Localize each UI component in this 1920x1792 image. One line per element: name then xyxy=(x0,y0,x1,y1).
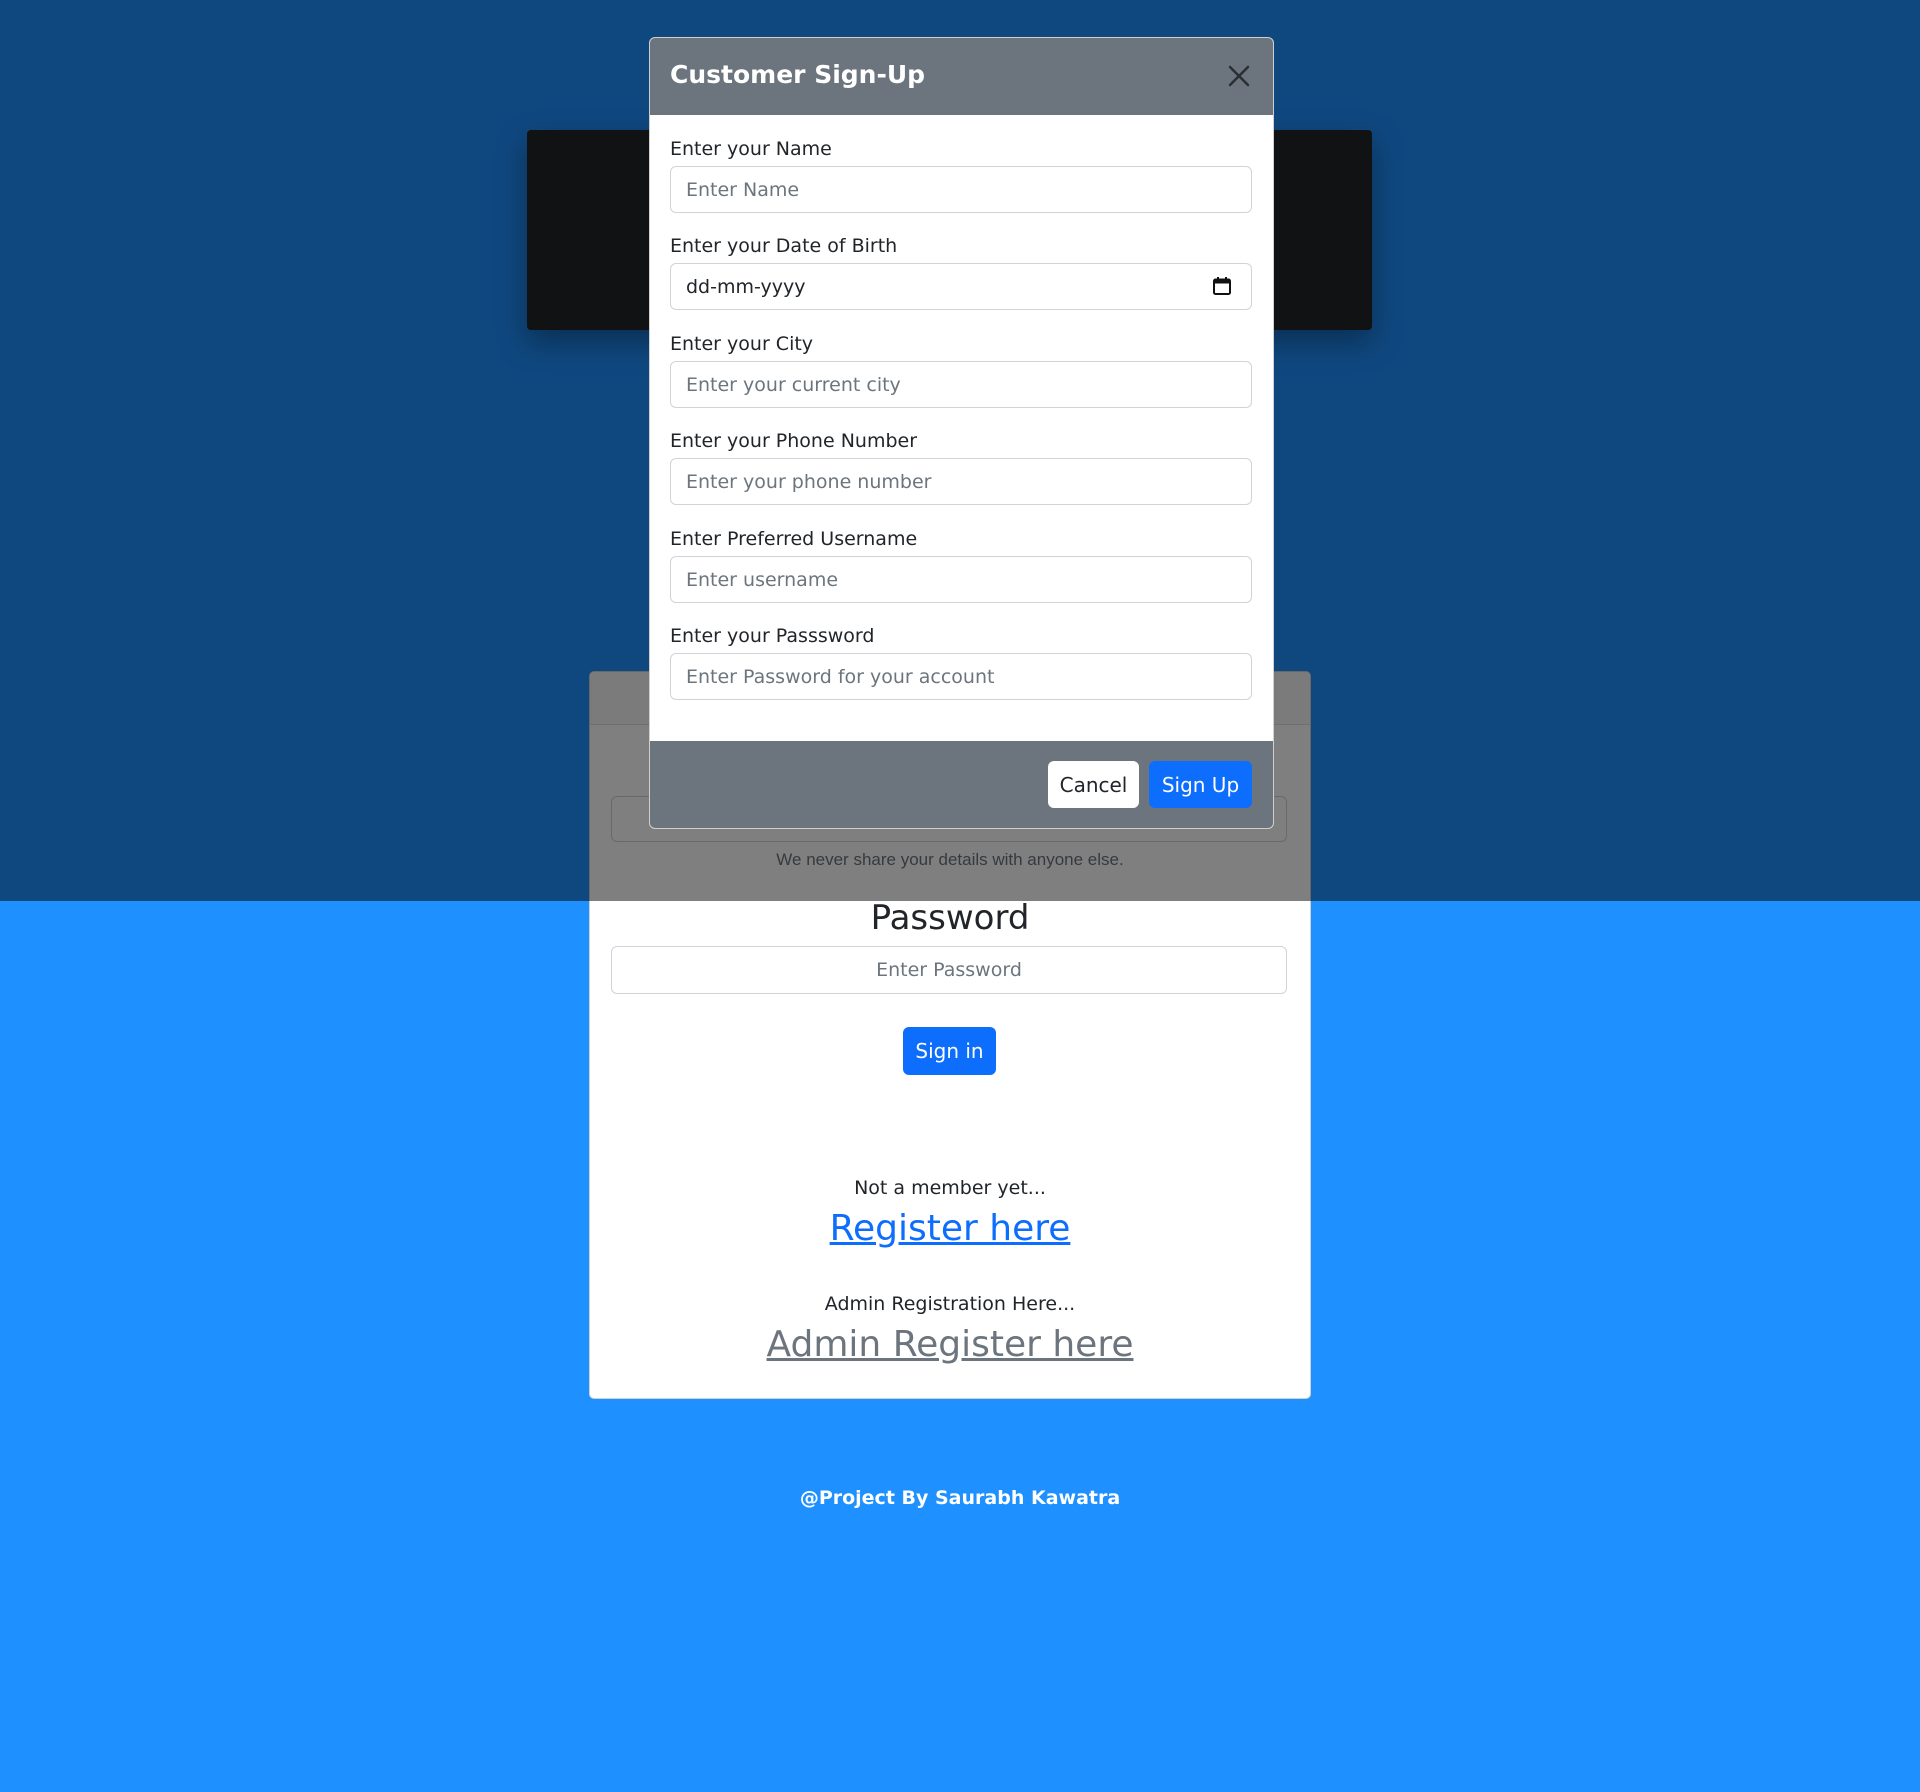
city-field-group: Enter your City xyxy=(670,333,1252,408)
dob-input[interactable] xyxy=(670,263,1252,310)
modal-header: Customer Sign-Up xyxy=(650,38,1273,115)
username-input[interactable] xyxy=(670,556,1252,603)
signup-modal: Customer Sign-Up Enter your Name Enter y… xyxy=(649,37,1274,829)
modal-footer: Cancel Sign Up xyxy=(650,741,1273,828)
sign-in-button[interactable]: Sign in xyxy=(903,1027,996,1075)
cancel-button[interactable]: Cancel xyxy=(1048,761,1139,808)
password-input[interactable] xyxy=(611,946,1287,994)
username-field-group: Enter Preferred Username xyxy=(670,528,1252,603)
name-field-group: Enter your Name xyxy=(670,138,1252,213)
name-label: Enter your Name xyxy=(670,138,832,160)
account-password-label: Enter your Passsword xyxy=(670,625,875,647)
close-button[interactable] xyxy=(1219,56,1259,96)
dob-field-group: Enter your Date of Birth xyxy=(670,235,1252,310)
page: We never share your details with anyone … xyxy=(0,0,1920,1792)
dob-label: Enter your Date of Birth xyxy=(670,235,898,257)
footer-credit: @Project By Saurabh Kawatra xyxy=(799,1487,1121,1509)
phone-field-group: Enter your Phone Number xyxy=(670,430,1252,505)
city-input[interactable] xyxy=(670,361,1252,408)
calendar-icon[interactable] xyxy=(1212,276,1232,296)
admin-registration-text: Admin Registration Here... xyxy=(824,1293,1076,1315)
account-password-input[interactable] xyxy=(670,653,1252,700)
phone-input[interactable] xyxy=(670,458,1252,505)
dob-input-wrapper xyxy=(670,263,1252,310)
admin-register-link[interactable]: Admin Register here xyxy=(590,1324,1310,1365)
register-link[interactable]: Register here xyxy=(590,1208,1310,1249)
phone-label: Enter your Phone Number xyxy=(670,430,918,452)
password-field-group: Enter your Passsword xyxy=(670,625,1252,700)
password-label: Password xyxy=(870,898,1030,938)
city-label: Enter your City xyxy=(670,333,814,355)
username-label: Enter Preferred Username xyxy=(670,528,918,550)
name-input[interactable] xyxy=(670,166,1252,213)
not-member-text: Not a member yet... xyxy=(854,1177,1046,1199)
sign-up-button[interactable]: Sign Up xyxy=(1149,761,1252,808)
modal-title: Customer Sign-Up xyxy=(670,60,926,89)
close-icon xyxy=(1228,65,1250,87)
